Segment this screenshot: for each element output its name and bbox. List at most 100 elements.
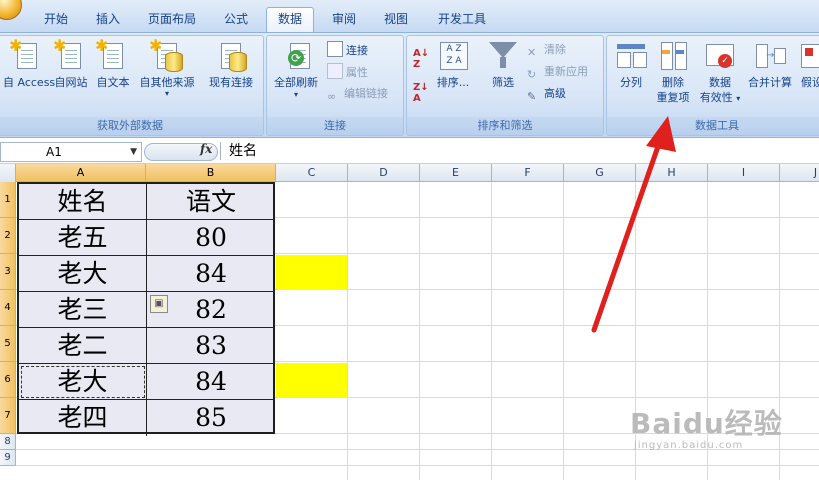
row-header-9[interactable]: 9 [0,450,16,466]
data-validation-button[interactable]: ✓ 数据 有效性 ▾ [697,40,743,106]
group-get-external-data: ✱ 自 Access ✱ 自网站 ✱ 自文本 ✱ 自其他来源 ▾ 现有连接 获取… [0,35,264,136]
office-button-icon[interactable] [0,0,22,20]
highlighted-cell-c6[interactable] [276,363,347,398]
row-header-2[interactable]: 2 [0,218,16,254]
column-header-f[interactable]: F [492,164,564,182]
cell-a7[interactable]: 老四 [19,400,147,436]
tab-insert[interactable]: 插入 [86,8,130,32]
sort-za-icon: Z↓ A [413,82,429,104]
cell-b6[interactable]: 84 [147,364,275,400]
data-validation-icon: ✓ [704,40,736,72]
row-header-7[interactable]: 7 [0,398,16,434]
gridline [419,182,420,480]
gridline [16,465,819,466]
ribbon-tab-bar: 开始 插入 页面布局 公式 数据 审阅 视图 开发工具 [0,0,819,33]
filter-funnel-icon [487,40,519,72]
clear-filter-button[interactable]: ✕ 清除 [527,41,566,60]
row-header-5[interactable]: 5 [0,326,16,362]
cell-b1[interactable]: 语文 [147,184,275,220]
properties-button[interactable]: 属性 [327,63,368,80]
remove-duplicates-button[interactable]: 删除 重复项 [651,40,695,105]
group-label-connections: 连接 [267,117,403,135]
connections-button[interactable]: 连接 [327,41,368,58]
web-icon: ✱ [53,38,87,72]
column-header-i[interactable]: I [708,164,780,182]
column-header-j[interactable]: J [780,164,819,182]
row-header-4[interactable]: 4 [0,290,16,326]
column-header-e[interactable]: E [420,164,492,182]
group-data-tools: 分列 删除 重复项 ✓ 数据 有效性 ▾ → 合并计算 假设 数据工具 [606,35,819,136]
cell-a3[interactable]: 老大 [19,256,147,292]
paste-options-icon[interactable]: ▣ [150,295,168,313]
cell-b2[interactable]: 80 [147,220,275,256]
tab-review[interactable]: 审阅 [322,8,366,32]
from-other-sources-button[interactable]: ✱ 自其他来源 ▾ [135,38,199,98]
gridline [563,182,564,480]
text-file-icon: ✱ [95,38,129,72]
existing-connections-icon [215,40,247,72]
from-web-button[interactable]: ✱ 自网站 [51,38,91,90]
tab-view[interactable]: 视图 [374,8,418,32]
tab-data[interactable]: 数据 [266,7,314,32]
cell-a5[interactable]: 老二 [19,328,147,364]
group-label-external: 获取外部数据 [0,117,263,135]
row-header-6[interactable]: 6 [0,362,16,398]
column-header-g[interactable]: G [564,164,636,182]
formula-input[interactable]: 姓名 [220,142,818,160]
tab-page-layout[interactable]: 页面布局 [140,8,204,32]
cell-a1[interactable]: 姓名 [19,184,147,220]
text-to-columns-icon [615,40,647,72]
from-text-button[interactable]: ✱ 自文本 [93,38,133,90]
group-label-data-tools: 数据工具 [607,117,819,135]
cell-a6[interactable]: 老大 [19,364,147,400]
refresh-all-button[interactable]: ⟳ 全部刷新 ▾ [271,40,321,100]
group-connections: ⟳ 全部刷新 ▾ 连接 属性 ∞ 编辑链接 连接 [266,35,404,136]
cell-b7[interactable]: 85 [147,400,275,436]
existing-connections-button[interactable]: 现有连接 [205,40,257,90]
properties-icon [327,63,343,79]
edit-links-button[interactable]: ∞ 编辑链接 [327,85,388,104]
insert-function-icon[interactable]: fx [200,142,212,156]
sort-descending-button[interactable]: Z↓ A [413,82,429,104]
watermark: Baidu经验 jingyan.baidu.com [630,402,783,451]
cell-b3[interactable]: 84 [147,256,275,292]
column-header-a[interactable]: A [16,164,146,182]
tab-home[interactable]: 开始 [34,8,78,32]
gridline [347,182,348,480]
advanced-filter-icon: ✎ [527,90,537,103]
column-header-d[interactable]: D [348,164,420,182]
reapply-button[interactable]: ↻ 重新应用 [527,63,588,82]
row-header-1[interactable]: 1 [0,182,16,218]
connections-icon [327,41,343,57]
watermark-logo: Baidu经验 [630,407,783,440]
column-header-h[interactable]: H [636,164,708,182]
chevron-down-icon[interactable]: ▼ [130,143,137,161]
name-box[interactable]: A1 ▼ [0,142,142,162]
row-header-8[interactable]: 8 [0,434,16,450]
gridline [491,182,492,480]
dropdown-arrow-icon: ▾ [293,90,298,99]
group-sort-filter: A↓ Z Z↓ A A ZZ A 排序... 筛选 ✕ 清除 ↻ 重新应用 ✎ 高级 排序… [406,35,604,136]
advanced-filter-button[interactable]: ✎ 高级 [527,85,566,104]
cell-b5[interactable]: 83 [147,328,275,364]
sort-button[interactable]: A ZZ A 排序... [435,40,471,90]
tab-formulas[interactable]: 公式 [214,8,258,32]
select-all-corner[interactable] [0,164,16,183]
tab-developer[interactable]: 开发工具 [428,8,496,32]
cell-a2[interactable]: 老五 [19,220,147,256]
column-header-c[interactable]: C [276,164,348,182]
sort-ascending-button[interactable]: A↓ Z [413,48,429,70]
data-table: 姓名 语文 老五 80 老大 84 老三 82 老二 83 老大 84 老四 8… [17,182,275,436]
text-to-columns-button[interactable]: 分列 [611,40,651,90]
row-header-3[interactable]: 3 [0,254,16,290]
highlighted-cell-c3[interactable] [276,255,347,290]
what-if-analysis-button[interactable]: 假设 [797,40,819,90]
ribbon: ✱ 自 Access ✱ 自网站 ✱ 自文本 ✱ 自其他来源 ▾ 现有连接 获取… [0,33,819,138]
column-header-b[interactable]: B [146,164,276,182]
consolidate-button[interactable]: → 合并计算 [745,40,795,90]
consolidate-icon: → [754,40,786,72]
filter-button[interactable]: 筛选 [485,40,521,90]
sort-az-icon: A↓ Z [413,48,430,70]
from-access-button[interactable]: ✱ 自 Access [3,38,55,90]
cell-a4[interactable]: 老三 [19,292,147,328]
